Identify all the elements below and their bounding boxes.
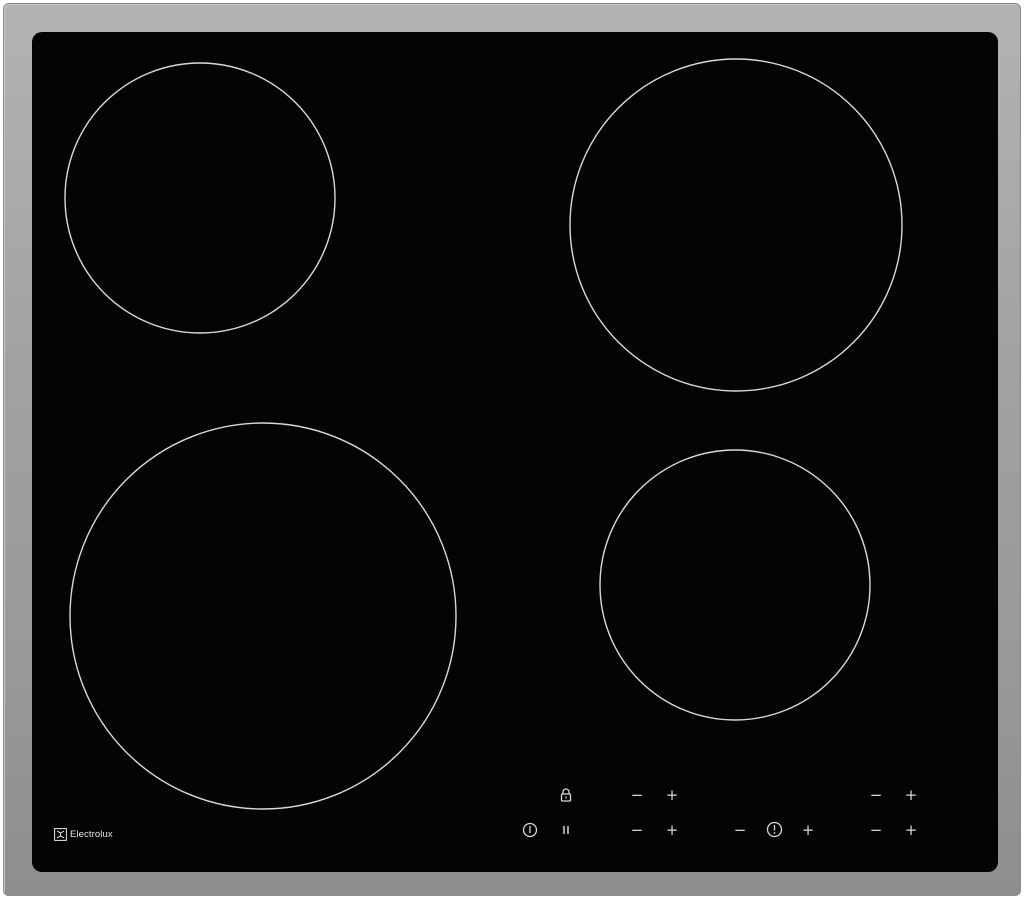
rear-left-zone bbox=[64, 62, 336, 334]
timer-plus-button[interactable]: + bbox=[800, 822, 816, 838]
lock-icon[interactable] bbox=[558, 787, 574, 803]
front-right-zone-minus-button[interactable]: − bbox=[629, 822, 645, 838]
rear-right-zone-minus-button[interactable]: − bbox=[629, 787, 645, 803]
power-icon[interactable] bbox=[522, 822, 538, 838]
rear-right-zone-plus-button[interactable]: + bbox=[664, 787, 680, 803]
rear-left-zone-plus-button[interactable]: + bbox=[903, 787, 919, 803]
cooking-zones bbox=[64, 58, 903, 810]
timer-icon[interactable] bbox=[766, 821, 783, 838]
pause-icon[interactable] bbox=[558, 822, 574, 838]
front-right-zone-plus-button[interactable]: + bbox=[664, 822, 680, 838]
brand-logo: Electrolux bbox=[54, 827, 113, 841]
rear-right-zone bbox=[569, 58, 903, 392]
rear-left-zone-minus-button[interactable]: − bbox=[868, 787, 884, 803]
electrolux-logo-icon bbox=[54, 827, 67, 841]
timer-minus-button[interactable]: − bbox=[732, 822, 748, 838]
brand-name: Electrolux bbox=[70, 828, 113, 840]
front-left-zone-minus-button[interactable]: − bbox=[868, 822, 884, 838]
front-left-zone bbox=[69, 422, 457, 810]
front-left-zone-plus-button[interactable]: + bbox=[903, 822, 919, 838]
front-right-zone bbox=[599, 449, 871, 721]
